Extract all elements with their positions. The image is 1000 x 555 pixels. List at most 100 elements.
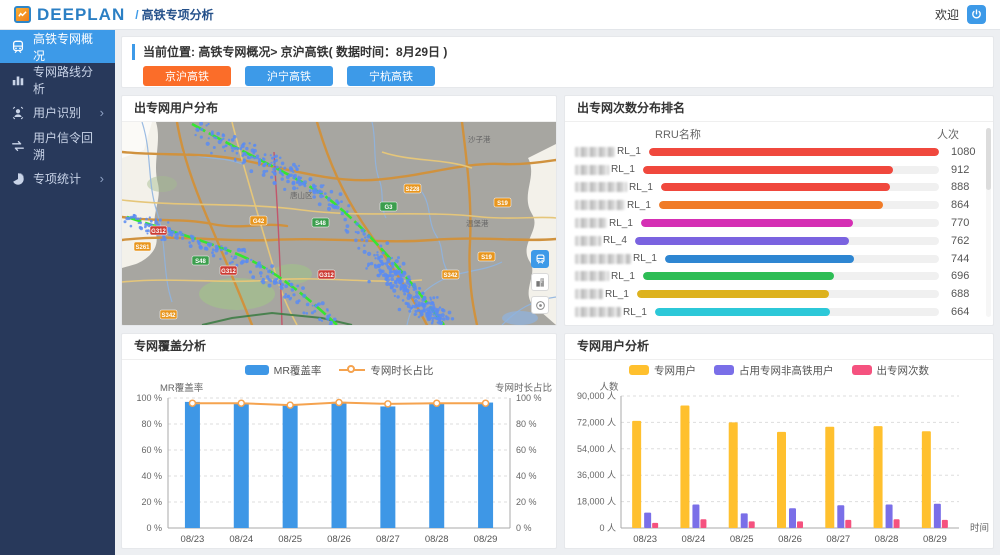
rank-bar-track: [649, 148, 939, 156]
ranking-row: RL_1770: [575, 216, 983, 231]
bar-swatch: [714, 365, 734, 375]
svg-text:08/27: 08/27: [826, 534, 850, 545]
users-legend: 专网用户 占用专网非高铁用户 出专网次数: [565, 360, 993, 380]
exit-count-ranking-panel: 出专网次数分布排名 RRU名称 人次 RL_11080RL_1912RL_188…: [564, 95, 994, 326]
rail-line-tabs: 京沪高铁沪宁高铁宁杭高铁: [143, 66, 983, 86]
masked-rru-name: [575, 254, 631, 264]
svg-text:80 %: 80 %: [516, 419, 537, 429]
map-canvas[interactable]: G42S48G3G312S261S48G312S342S228S19S19S34…: [122, 122, 556, 325]
ranking-panel-title: 出专网次数分布排名: [565, 96, 993, 122]
sidebar-item-label: 用户识别: [33, 104, 81, 121]
svg-text:20 %: 20 %: [141, 497, 162, 507]
ranking-row: RL_1696: [575, 269, 983, 284]
bar-swatch: [629, 365, 649, 375]
logout-power-button[interactable]: [967, 5, 986, 24]
svg-text:G312: G312: [319, 273, 334, 279]
sidebar-item-5[interactable]: 专项统计›: [0, 162, 115, 195]
svg-text:18,000 人: 18,000 人: [577, 497, 616, 507]
logo-text: DEEPLAN: [37, 5, 125, 25]
svg-text:08/26: 08/26: [327, 534, 351, 545]
main-content: 当前位置: 高铁专网概况> 京沪高铁( 数据时间：8月29日 ) 京沪高铁沪宁高…: [115, 30, 1000, 555]
masked-rru-name: [575, 307, 621, 317]
svg-text:08/24: 08/24: [682, 534, 706, 545]
svg-text:100 %: 100 %: [516, 393, 542, 403]
rank-bar-track: [641, 219, 939, 227]
sidebar: 高铁专网概况专网路线分析用户识别›用户信令回溯专项统计›: [0, 30, 115, 555]
masked-rru-name: [575, 218, 607, 228]
rank-bar: [641, 219, 853, 227]
sidebar-item-2[interactable]: 专网路线分析: [0, 63, 115, 96]
rank-bar-track: [655, 308, 939, 316]
breadcrumb-panel: 当前位置: 高铁专网概况> 京沪高铁( 数据时间：8月29日 ) 京沪高铁沪宁高…: [121, 36, 994, 88]
rank-value: 912: [951, 164, 983, 176]
rank-bar-track: [661, 183, 939, 191]
legend-item[interactable]: 占用专网非高铁用户: [714, 363, 834, 378]
svg-text:90,000 人: 90,000 人: [577, 391, 616, 401]
sidebar-item-1[interactable]: 高铁专网概况: [0, 30, 115, 63]
rank-bar-track: [659, 201, 939, 209]
masked-rru-name: [575, 271, 609, 281]
masked-rru-name: [575, 289, 603, 299]
map[interactable]: G42S48G3G312S261S48G312S342S228S19S19S34…: [122, 122, 556, 325]
rank-bar-track: [637, 290, 939, 298]
svg-text:54,000 人: 54,000 人: [577, 444, 616, 454]
user-icon: [11, 106, 25, 120]
sidebar-item-4[interactable]: 用户信令回溯: [0, 129, 115, 162]
rank-bar: [661, 183, 890, 191]
legend-item[interactable]: 出专网次数: [852, 363, 930, 378]
train-icon: [11, 40, 25, 54]
svg-text:72,000 人: 72,000 人: [577, 417, 616, 427]
legend-item[interactable]: MR覆盖率: [245, 363, 322, 378]
sidebar-item-3[interactable]: 用户识别›: [0, 96, 115, 129]
svg-text:40 %: 40 %: [516, 471, 537, 481]
tab-2[interactable]: 沪宁高铁: [245, 66, 333, 86]
rank-value: 864: [951, 199, 983, 211]
svg-text:G312: G312: [151, 229, 166, 235]
ranking-row: RL_1664: [575, 305, 983, 320]
rank-bar: [655, 308, 830, 316]
bar-swatch: [852, 365, 872, 375]
ranking-columns: RRU名称 人次: [565, 122, 993, 142]
ranking-row: RL_4762: [575, 233, 983, 248]
pie-chart-icon: [11, 172, 25, 186]
svg-text:36,000 人: 36,000 人: [577, 470, 616, 480]
col-count: 人次: [937, 126, 959, 142]
app: DEEPLAN /高铁专项分析 欢迎 高铁专网概况专网路线分析用户识别›用户信令…: [0, 0, 1000, 555]
transit-layer-button[interactable]: [531, 250, 549, 268]
tab-3[interactable]: 宁杭高铁: [347, 66, 435, 86]
rank-bar: [637, 290, 829, 298]
logo: DEEPLAN /高铁专项分析: [14, 5, 214, 25]
users-chart: 人数0 人18,000 人36,000 人54,000 人72,000 人90,…: [565, 380, 993, 548]
rru-name-suffix: RL_1: [605, 289, 631, 300]
masked-rru-name: [575, 200, 625, 210]
masked-rru-name: [575, 147, 615, 157]
svg-text:08/29: 08/29: [474, 534, 498, 545]
sidebar-item-label: 用户信令回溯: [33, 129, 104, 163]
rank-bar: [659, 201, 883, 209]
ranking-scrollbar[interactable]: [986, 128, 991, 317]
satellite-layer-button[interactable]: [531, 273, 549, 291]
roadnet-layer-button[interactable]: [531, 296, 549, 314]
masked-rru-name: [575, 182, 627, 192]
legend-item[interactable]: 专网时长占比: [339, 363, 433, 378]
legend-item[interactable]: 专网用户: [629, 363, 696, 378]
svg-text:S261: S261: [135, 245, 150, 251]
bar-swatch: [245, 365, 269, 375]
rank-bar: [643, 272, 834, 280]
rank-value: 888: [951, 181, 983, 193]
top-header: DEEPLAN /高铁专项分析 欢迎: [0, 0, 1000, 30]
rru-name-suffix: RL_1: [629, 182, 655, 193]
rank-value: 664: [951, 306, 983, 318]
svg-text:80 %: 80 %: [141, 419, 162, 429]
svg-text:温堡港: 温堡港: [466, 218, 489, 228]
svg-text:08/27: 08/27: [376, 534, 400, 545]
svg-text:100 %: 100 %: [136, 393, 162, 403]
svg-text:S48: S48: [195, 259, 206, 265]
tab-1[interactable]: 京沪高铁: [143, 66, 231, 86]
masked-rru-name: [575, 236, 601, 246]
rru-name-suffix: RL_1: [611, 271, 637, 282]
ranking-row: RL_1744: [575, 251, 983, 266]
masked-rru-name: [575, 165, 609, 175]
rank-bar: [649, 148, 939, 156]
svg-text:60 %: 60 %: [516, 445, 537, 455]
